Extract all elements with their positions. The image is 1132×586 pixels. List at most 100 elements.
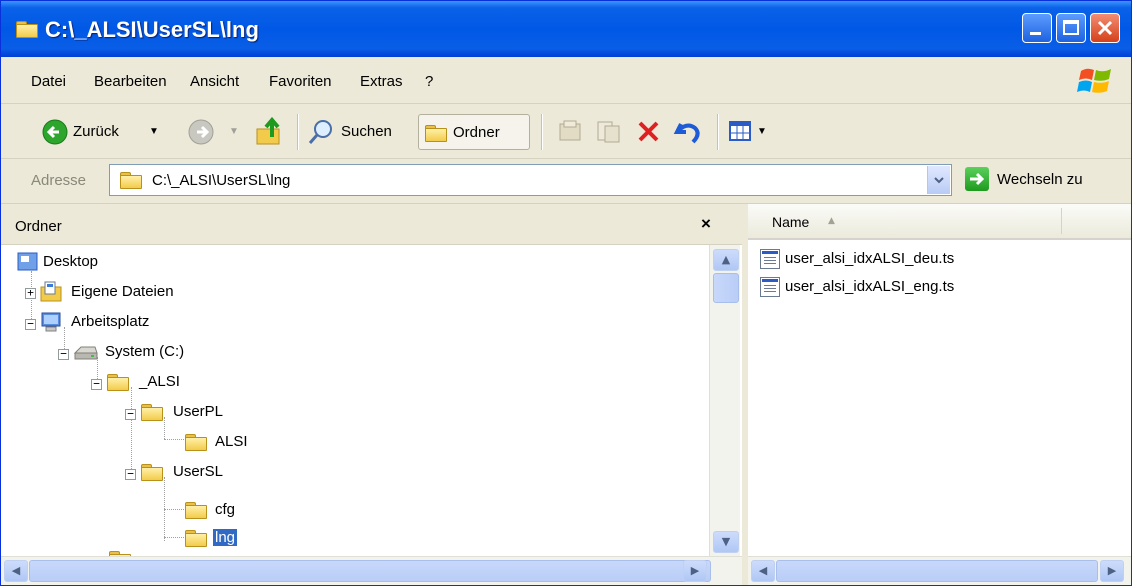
column-header-name[interactable]: Name ▲ bbox=[748, 204, 1131, 240]
forward-button[interactable]: ▼ bbox=[187, 114, 239, 150]
scroll-up-button[interactable]: ▲ bbox=[713, 249, 739, 271]
go-arrow-icon bbox=[965, 167, 989, 191]
tree-item-alsi[interactable]: ALSI bbox=[185, 431, 345, 455]
tree-label: _ALSI bbox=[139, 373, 180, 390]
menu-help[interactable]: ? bbox=[425, 73, 433, 90]
scroll-right-button[interactable]: ▶ bbox=[683, 560, 707, 582]
my-documents-icon bbox=[40, 281, 62, 302]
tree-item-cfg[interactable]: cfg bbox=[185, 499, 345, 523]
folder-icon bbox=[141, 464, 163, 481]
explorer-window: C:\_ALSI\UserSL\lng Datei Bearbeiten Ans… bbox=[0, 0, 1132, 586]
sort-ascending-icon: ▲ bbox=[828, 216, 835, 226]
title-bar[interactable]: C:\_ALSI\UserSL\lng bbox=[1, 1, 1131, 57]
toolbar-separator bbox=[717, 114, 719, 150]
tree-line bbox=[164, 509, 184, 510]
collapse-toggle[interactable]: − bbox=[91, 378, 102, 390]
expand-toggle[interactable]: + bbox=[25, 287, 36, 299]
toolbar-separator bbox=[541, 114, 543, 150]
views-button[interactable]: ▼ bbox=[727, 114, 775, 150]
tree-line bbox=[164, 439, 184, 440]
forward-arrow-icon bbox=[188, 119, 214, 145]
collapse-toggle[interactable]: − bbox=[58, 348, 69, 360]
window-title: C:\_ALSI\UserSL\lng bbox=[45, 17, 259, 42]
address-bar: Adresse C:\_ALSI\UserSL\lng Wechseln zu bbox=[1, 159, 1131, 204]
menu-datei[interactable]: Datei bbox=[31, 73, 66, 90]
tree-item-desktop[interactable]: Desktop bbox=[17, 251, 217, 275]
scroll-left-button[interactable]: ◀ bbox=[751, 560, 775, 582]
file-list-pane: Name ▲ user_alsi_idxALSI_deu.ts user_als… bbox=[748, 204, 1131, 585]
tree-label: UserSL bbox=[173, 463, 224, 480]
scroll-thumb[interactable] bbox=[713, 273, 739, 303]
tree-item-userpl[interactable]: UserPL bbox=[141, 401, 341, 425]
scroll-thumb[interactable] bbox=[776, 560, 1098, 582]
views-dropdown-icon[interactable]: ▼ bbox=[757, 126, 767, 137]
folder-tree-vertical-scrollbar[interactable]: ▲ ▼ bbox=[709, 245, 740, 556]
scroll-down-button[interactable]: ▼ bbox=[713, 531, 739, 553]
folder-pane-close-button[interactable]: × bbox=[701, 214, 711, 234]
tree-item-alsi-root[interactable]: _ALSI bbox=[107, 371, 307, 395]
column-divider[interactable] bbox=[1061, 208, 1062, 234]
search-button[interactable]: Suchen bbox=[307, 114, 411, 150]
folder-tree-horizontal-scrollbar[interactable]: ◀ ▶ bbox=[1, 556, 742, 585]
file-item[interactable]: user_alsi_idxALSI_deu.ts bbox=[760, 248, 1060, 272]
tree-item-lng[interactable]: lng bbox=[185, 527, 345, 551]
tree-item-eigene-dateien[interactable]: Eigene Dateien bbox=[39, 281, 279, 305]
move-to-icon bbox=[559, 120, 581, 141]
up-folder-button[interactable] bbox=[255, 114, 287, 150]
address-dropdown-button[interactable] bbox=[927, 166, 950, 194]
menu-bearbeiten[interactable]: Bearbeiten bbox=[94, 73, 167, 90]
delete-button[interactable] bbox=[635, 114, 663, 150]
scroll-right-button[interactable]: ▶ bbox=[1100, 560, 1124, 582]
menu-extras[interactable]: Extras bbox=[360, 73, 403, 90]
ts-file-icon bbox=[760, 277, 780, 297]
address-label: Adresse bbox=[31, 172, 87, 189]
copy-to-button[interactable] bbox=[595, 114, 623, 150]
file-name: user_alsi_idxALSI_eng.ts bbox=[785, 278, 955, 295]
drive-icon bbox=[73, 346, 98, 360]
windows-logo-icon bbox=[1077, 68, 1111, 93]
folder-tree: Desktop + Eigene Dateien − Arbeitsplatz … bbox=[1, 245, 709, 556]
delete-icon bbox=[638, 121, 659, 142]
tree-item-system-c[interactable]: System (C:) bbox=[73, 341, 293, 365]
copy-to-icon bbox=[597, 121, 620, 143]
tree-item-usersl[interactable]: UserSL bbox=[141, 461, 341, 485]
folders-button[interactable]: Ordner bbox=[418, 114, 530, 150]
address-input[interactable]: C:\_ALSI\UserSL\lng bbox=[109, 164, 952, 196]
tree-label: cfg bbox=[215, 501, 236, 518]
address-value: C:\_ALSI\UserSL\lng bbox=[152, 172, 291, 189]
menu-ansicht[interactable]: Ansicht bbox=[190, 73, 239, 90]
close-button[interactable] bbox=[1090, 13, 1120, 43]
scroll-thumb[interactable] bbox=[29, 560, 711, 582]
folder-pane-header: Ordner × bbox=[1, 204, 742, 245]
folder-pane: Ordner × Desktop + Eigene Dateien − Arbe… bbox=[1, 204, 742, 585]
maximize-button[interactable] bbox=[1056, 13, 1086, 43]
close-icon bbox=[1097, 20, 1113, 36]
folder-icon bbox=[141, 404, 163, 421]
menu-favoriten[interactable]: Favoriten bbox=[269, 73, 332, 90]
minimize-button[interactable] bbox=[1022, 13, 1052, 43]
collapse-toggle[interactable]: − bbox=[25, 318, 36, 330]
tree-line bbox=[131, 387, 132, 477]
desktop-icon bbox=[17, 252, 38, 271]
tree-line bbox=[164, 537, 184, 538]
file-name: user_alsi_idxALSI_deu.ts bbox=[785, 250, 955, 267]
folder-icon bbox=[15, 19, 39, 39]
back-arrow-icon bbox=[42, 119, 68, 145]
file-item[interactable]: user_alsi_idxALSI_eng.ts bbox=[760, 276, 1060, 300]
ts-file-icon bbox=[760, 249, 780, 269]
back-dropdown-icon[interactable]: ▼ bbox=[149, 126, 159, 137]
move-to-button[interactable] bbox=[557, 114, 585, 150]
go-button[interactable]: Wechseln zu bbox=[963, 165, 1131, 195]
scroll-left-button[interactable]: ◀ bbox=[4, 560, 28, 582]
collapse-toggle[interactable]: − bbox=[125, 468, 136, 480]
back-button[interactable]: Zurück ▼ bbox=[41, 114, 159, 150]
tree-label: System (C:) bbox=[105, 343, 185, 360]
file-list-horizontal-scrollbar[interactable]: ◀ ▶ bbox=[748, 556, 1131, 585]
collapse-toggle[interactable]: − bbox=[125, 408, 136, 420]
toolbar-separator bbox=[297, 114, 299, 150]
search-label: Suchen bbox=[341, 123, 392, 140]
tree-item-arbeitsplatz[interactable]: Arbeitsplatz bbox=[39, 311, 259, 335]
folder-pane-title: Ordner bbox=[15, 218, 62, 235]
undo-button[interactable] bbox=[673, 114, 705, 150]
column-name-label: Name bbox=[772, 214, 810, 230]
